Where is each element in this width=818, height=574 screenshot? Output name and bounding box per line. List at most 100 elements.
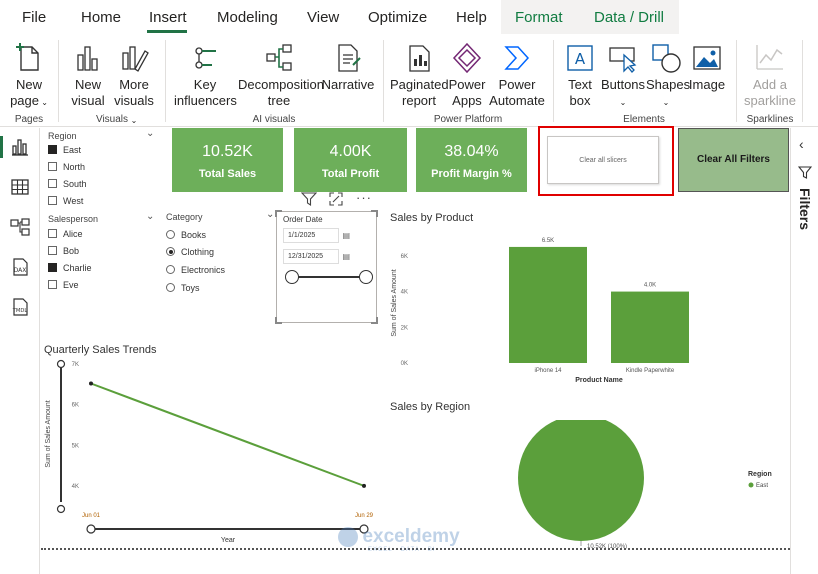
category-item-label: Books xyxy=(181,230,207,240)
order-date-slicer[interactable]: Order Date 1/1/2025 ▤ 12/31/2025 ▤ xyxy=(275,210,378,324)
decomposition-tree-icon xyxy=(266,44,292,71)
sales-by-region-title: Sales by Region xyxy=(390,401,471,413)
region-item-west[interactable]: West xyxy=(48,195,83,207)
tab-home[interactable]: Home xyxy=(81,9,121,26)
calendar-icon[interactable]: ▤ xyxy=(342,229,350,242)
sales-by-region-chart[interactable]: 10.52K (100%)RegionEast xyxy=(441,420,787,550)
sales-by-product-chart[interactable]: 0K 2K 4K 6K Sum of Sales Amount 6.5K iPhone 14… xyxy=(388,228,708,388)
watermark-logo: exceldemy EXCEL · DATA · BI xyxy=(338,526,460,553)
x-tick-label: Jun 29 xyxy=(355,513,374,519)
tab-modeling[interactable]: Modeling xyxy=(217,9,278,26)
salesperson-item-charlie[interactable]: Charlie xyxy=(48,262,92,274)
checkbox-icon xyxy=(48,263,57,272)
date-range-track xyxy=(292,276,366,278)
table-view-icon[interactable] xyxy=(9,176,31,198)
focus-mode-icon[interactable] xyxy=(329,192,343,206)
y-tick-label: 2K xyxy=(401,325,408,331)
start-date-input[interactable]: 1/1/2025 ▤ xyxy=(283,228,350,243)
dax-query-view-icon[interactable]: DAX xyxy=(9,256,31,278)
radio-icon xyxy=(166,283,175,292)
region-item-north[interactable]: North xyxy=(48,161,85,173)
salesperson-item-eve[interactable]: Eve xyxy=(48,279,79,291)
tab-help[interactable]: Help xyxy=(456,9,487,26)
key-influencers-button[interactable]: Key influencers xyxy=(174,41,237,109)
more-visuals-icon xyxy=(122,46,149,72)
category-item-clothing[interactable]: Clothing xyxy=(166,246,214,258)
tab-file[interactable]: File xyxy=(22,9,46,26)
salesperson-item-alice[interactable]: Alice xyxy=(48,228,83,240)
date-range-start-handle[interactable] xyxy=(285,270,299,284)
order-date-title: Order Date xyxy=(283,215,323,224)
kpi-card-profit-margin[interactable]: 38.04% Profit Margin % xyxy=(416,128,527,192)
image-button[interactable]: Image xyxy=(687,41,727,93)
radio-icon xyxy=(166,265,175,274)
active-tab-underline xyxy=(147,30,187,33)
filters-pane-collapsed[interactable]: ‹ Filters xyxy=(790,128,818,574)
new-page-label-2: page xyxy=(10,93,39,108)
tab-format[interactable]: Format xyxy=(515,9,563,26)
y-axis-label: Sum of Sales Amount xyxy=(391,269,398,336)
report-view-icon[interactable] xyxy=(9,136,31,158)
tmdl-view-icon[interactable]: TMDL xyxy=(9,296,31,318)
y-tick-label: 0K xyxy=(401,361,408,367)
group-sparklines-label: Sparklines xyxy=(746,114,794,125)
kpi-card-total-sales[interactable]: 10.52K Total Sales xyxy=(172,128,283,192)
region-slicer-chevron-icon[interactable]: ⌄ xyxy=(146,128,154,139)
salesperson-item-label: Eve xyxy=(63,280,79,290)
checkbox-icon xyxy=(48,280,57,289)
resize-handle[interactable] xyxy=(371,210,378,217)
category-item-books[interactable]: Books xyxy=(166,229,206,241)
clear-all-filters-button[interactable]: Clear All Filters xyxy=(678,128,789,192)
resize-handle[interactable] xyxy=(275,317,282,324)
legend-title: Region xyxy=(748,471,772,478)
resize-handle[interactable] xyxy=(275,210,282,217)
tab-insert[interactable]: Insert xyxy=(149,9,187,26)
add-sparkline-label-2: sparkline xyxy=(743,93,797,108)
category-slicer-chevron-icon[interactable]: ⌄ xyxy=(266,209,274,220)
power-automate-button[interactable]: Power Automate xyxy=(488,41,546,109)
filter-icon[interactable] xyxy=(301,192,317,206)
watermark-brand: exceldemy xyxy=(362,526,460,547)
watermark-tagline: EXCEL · DATA · BI xyxy=(368,547,436,553)
resize-handle[interactable] xyxy=(371,317,378,324)
data-point xyxy=(362,483,366,488)
menu-bar: File Home Insert Modeling View Optimize … xyxy=(0,0,818,35)
model-view-icon[interactable] xyxy=(9,216,31,238)
date-range-end-handle[interactable] xyxy=(359,270,373,284)
calendar-icon[interactable]: ▤ xyxy=(342,250,350,263)
new-visual-button[interactable]: New visual xyxy=(66,41,110,109)
quarterly-sales-chart[interactable]: Sum of Sales Amount 4K 5K 6K 7K Jun 01 Jun 29 Y… xyxy=(41,354,381,548)
ribbon-separator xyxy=(165,40,166,122)
tab-data-drill[interactable]: Data / Drill xyxy=(594,9,664,26)
salesperson-slicer-chevron-icon[interactable]: ⌄ xyxy=(146,211,154,222)
text-box-icon: A xyxy=(567,45,593,71)
category-item-electronics[interactable]: Electronics xyxy=(166,264,225,276)
text-box-button[interactable]: A Text box xyxy=(560,41,600,109)
category-item-label: Toys xyxy=(181,283,200,293)
add-sparkline-button[interactable]: Add a sparkline xyxy=(742,41,798,109)
more-options-icon[interactable]: ··· xyxy=(356,190,372,205)
new-page-button[interactable]: New page ⌄ xyxy=(6,41,52,111)
active-view-indicator xyxy=(0,136,3,158)
buttons-button[interactable]: Buttons ⌄ xyxy=(600,41,646,111)
ribbon-separator xyxy=(58,40,59,122)
clear-all-slicers-button[interactable]: Clear all slicers xyxy=(547,136,659,184)
region-item-east[interactable]: East xyxy=(48,144,81,156)
brand-logo-icon xyxy=(338,527,358,547)
category-item-toys[interactable]: Toys xyxy=(166,282,200,294)
tab-optimize[interactable]: Optimize xyxy=(368,9,427,26)
region-item-south[interactable]: South xyxy=(48,178,87,190)
decomposition-tree-button[interactable]: Decomposition tree xyxy=(238,41,324,109)
expand-chevron-icon[interactable]: ‹ xyxy=(799,136,804,152)
salesperson-item-bob[interactable]: Bob xyxy=(48,245,79,257)
tab-view[interactable]: View xyxy=(307,9,339,26)
shapes-button[interactable]: Shapes ⌄ xyxy=(646,41,690,111)
power-apps-button[interactable]: Power Apps xyxy=(448,41,486,109)
category-item-label: Clothing xyxy=(181,247,215,257)
paginated-report-button[interactable]: Paginated report xyxy=(390,41,449,109)
end-date-input[interactable]: 12/31/2025 ▤ xyxy=(283,249,350,264)
narrative-button[interactable]: Narrative xyxy=(320,41,376,93)
new-page-label-1: New xyxy=(15,77,42,92)
kpi-card-total-profit[interactable]: 4.00K Total Profit xyxy=(294,128,407,192)
y-tick-label: 4K xyxy=(72,484,79,490)
